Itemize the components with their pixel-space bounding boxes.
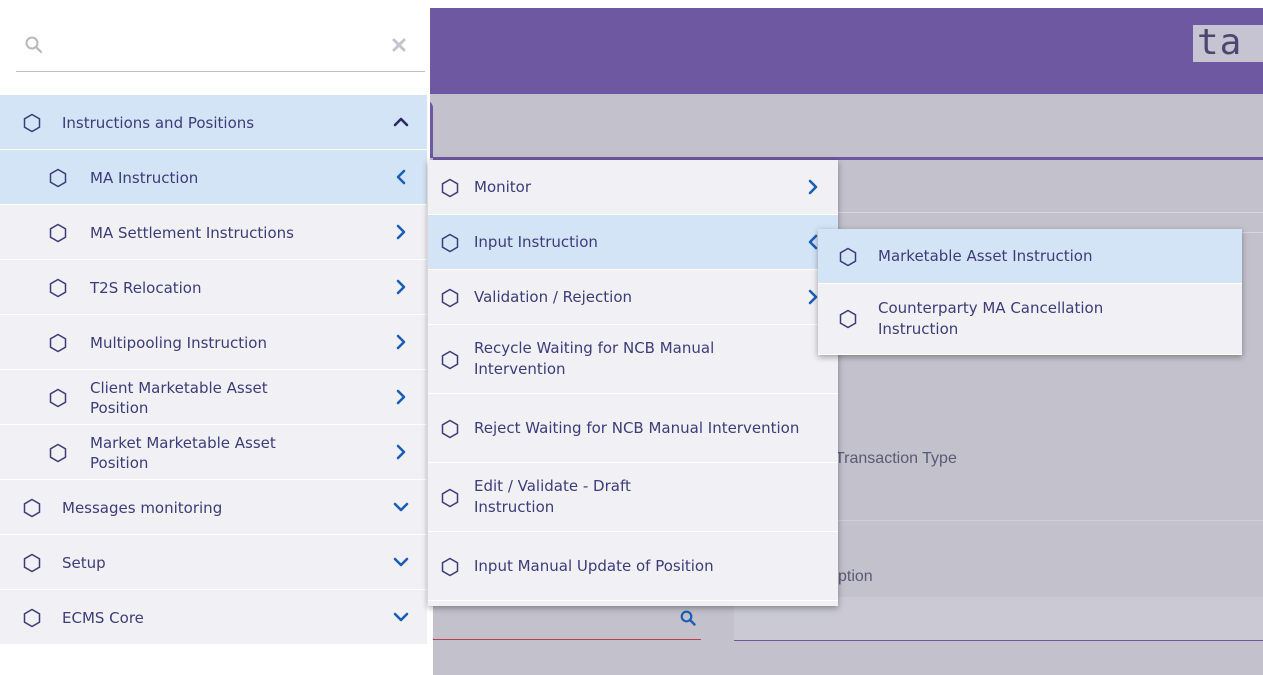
sidebar-item-ma-settlement-instructions[interactable]: MA Settlement Instructions [0, 205, 427, 260]
chevron-right-icon[interactable] [392, 333, 410, 351]
submenu-item-label: Validation / Rejection [474, 287, 633, 306]
sidebar-item-t2s-relocation[interactable]: T2S Relocation [0, 260, 427, 315]
sidebar-item-label: MA Instruction [90, 168, 199, 187]
content-divider [820, 212, 1263, 213]
chevron-right-icon[interactable] [392, 388, 410, 406]
hexagon-icon [48, 168, 68, 188]
chevron-down-icon[interactable] [392, 553, 410, 571]
chevron-down-icon[interactable] [392, 498, 410, 516]
hexagon-icon [440, 488, 460, 508]
chevron-right-icon[interactable] [392, 443, 410, 461]
hexagon-icon [22, 113, 42, 133]
chevron-right-icon[interactable] [392, 278, 410, 296]
chevron-left-icon[interactable] [392, 168, 410, 186]
menu-search [16, 30, 425, 72]
hexagon-icon [22, 608, 42, 628]
sidebar-item-multipooling-instruction[interactable]: Multipooling Instruction [0, 315, 427, 370]
submenu-item-label: Recycle Waiting for NCB Manual Intervent… [474, 339, 715, 378]
sidebar-item-ma-instruction[interactable]: MA Instruction [0, 150, 427, 205]
submenu-item-edit-validate-draft[interactable]: Edit / Validate - Draft Instruction [428, 463, 838, 532]
sidebar-item-label: Instructions and Positions [62, 113, 255, 132]
hexagon-icon [440, 419, 460, 439]
sidebar-item-label: Market Marketable Asset Position [90, 433, 276, 472]
description-label: ption [838, 568, 873, 585]
hexagon-icon [440, 557, 460, 577]
sidebar-item-label: T2S Relocation [90, 278, 202, 297]
submenu-item-label: Input Instruction [474, 232, 598, 251]
submenu-item-input-instruction[interactable]: Input Instruction [428, 215, 838, 270]
sidebar-item-label: Multipooling Instruction [90, 333, 267, 352]
chevron-up-icon[interactable] [392, 113, 410, 131]
hexagon-icon [48, 443, 68, 463]
sidebar-item-label: Client Marketable Asset Position [90, 378, 268, 417]
hexagon-icon [838, 247, 858, 267]
sidebar-item-label: Messages monitoring [62, 498, 223, 517]
sidebar-item-instructions-and-positions[interactable]: Instructions and Positions [0, 95, 427, 150]
hexagon-icon [48, 333, 68, 353]
sidebar-item-ecms-core[interactable]: ECMS Core [0, 590, 427, 645]
chevron-down-icon[interactable] [392, 608, 410, 626]
submenu-item-label: Marketable Asset Instruction [878, 246, 1093, 265]
lookup-field[interactable] [433, 606, 701, 640]
hexagon-icon [440, 288, 460, 308]
sidebar-item-setup[interactable]: Setup [0, 535, 427, 590]
submenu-item-marketable-asset-instruction[interactable]: Marketable Asset Instruction [818, 229, 1242, 284]
submenu-item-recycle-waiting[interactable]: Recycle Waiting for NCB Manual Intervent… [428, 325, 838, 394]
navigation-sidebar: Instructions and Positions MA Instructio… [0, 0, 430, 675]
hexagon-icon [440, 350, 460, 370]
chevron-right-icon[interactable] [804, 178, 822, 196]
hexagon-icon [22, 498, 42, 518]
search-icon[interactable] [680, 610, 696, 626]
chevron-right-icon[interactable] [392, 223, 410, 241]
sidebar-item-market-marketable-asset-position[interactable]: Market Marketable Asset Position [0, 425, 427, 480]
sidebar-item-label: ECMS Core [62, 608, 144, 627]
hexagon-icon [440, 233, 460, 253]
search-input[interactable] [56, 32, 386, 62]
hexagon-icon [48, 388, 68, 408]
submenu-item-label: Counterparty MA Cancellation Instruction [878, 299, 1104, 338]
sidebar-item-label: MA Settlement Instructions [90, 223, 294, 242]
hexagon-icon [838, 309, 858, 329]
hexagon-icon [440, 178, 460, 198]
transaction-type-label: Transaction Type [835, 450, 957, 467]
close-icon[interactable] [389, 35, 409, 55]
sidebar-item-messages-monitoring[interactable]: Messages monitoring [0, 480, 427, 535]
submenu-input-instruction: Marketable Asset Instruction Counterpart… [818, 229, 1242, 355]
submenu-item-label: Monitor [474, 177, 532, 196]
hexagon-icon [48, 278, 68, 298]
sidebar-item-label: Setup [62, 553, 106, 572]
sidebar-item-client-marketable-asset-position[interactable]: Client Marketable Asset Position [0, 370, 427, 425]
submenu-item-input-manual-update[interactable]: Input Manual Update of Position [428, 532, 838, 601]
submenu-item-validation-rejection[interactable]: Validation / Rejection [428, 270, 838, 325]
search-icon [24, 35, 44, 55]
sidebar-menu: Instructions and Positions MA Instructio… [0, 95, 427, 645]
app-logo[interactable]: ta [1193, 25, 1263, 62]
submenu-item-monitor[interactable]: Monitor [428, 160, 838, 215]
submenu-item-counterparty-ma-cancellation[interactable]: Counterparty MA Cancellation Instruction [818, 284, 1242, 355]
content-divider [820, 520, 1263, 521]
submenu-item-label: Input Manual Update of Position [474, 556, 714, 575]
submenu-ma-instruction: Monitor Input Instruction Validation / R… [428, 160, 838, 606]
hexagon-icon [48, 223, 68, 243]
submenu-item-reject-waiting[interactable]: Reject Waiting for NCB Manual Interventi… [428, 394, 838, 463]
logo-text: ta [1197, 25, 1243, 62]
submenu-item-label: Reject Waiting for NCB Manual Interventi… [474, 418, 800, 437]
submenu-item-label: Edit / Validate - Draft Instruction [474, 477, 631, 516]
hexagon-icon [22, 553, 42, 573]
